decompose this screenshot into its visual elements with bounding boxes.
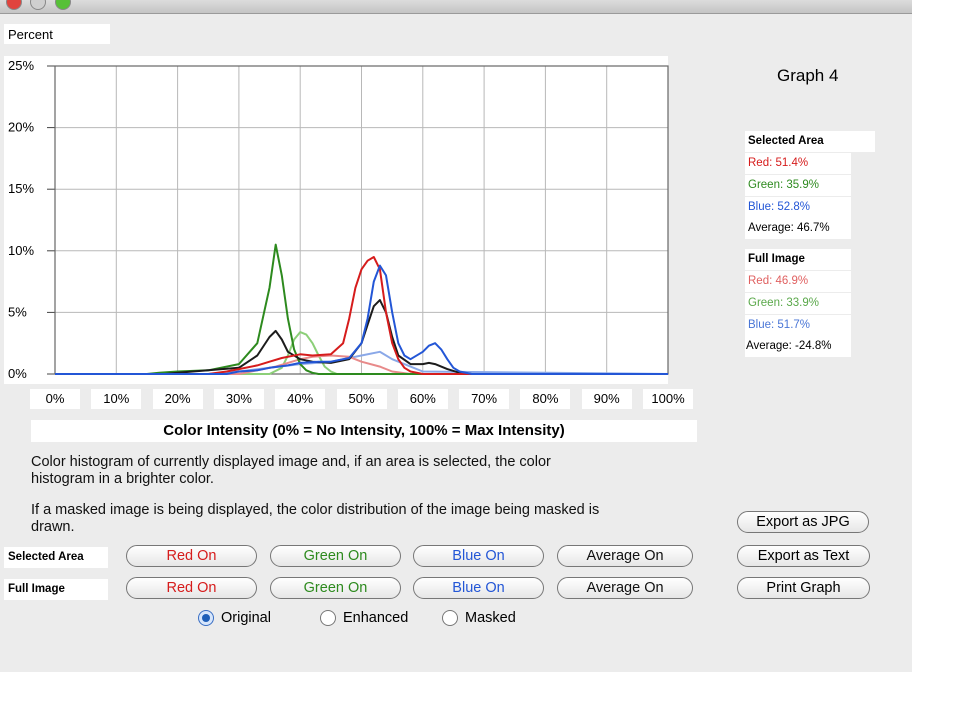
x-tick-label: 20% — [152, 389, 203, 409]
y-tick-label: 20% — [8, 120, 34, 135]
selected-green-on-button[interactable]: Green On — [270, 545, 401, 567]
x-tick-label: 60% — [397, 389, 448, 409]
print-graph-button[interactable]: Print Graph — [737, 577, 870, 599]
y-tick-label: 5% — [8, 304, 27, 319]
radio-original[interactable]: Original — [198, 610, 271, 626]
radio-selected-icon[interactable] — [198, 610, 214, 626]
radio-enhanced[interactable]: Enhanced — [320, 610, 408, 626]
full-red-stat: Red: 46.9% — [745, 271, 851, 292]
x-tick-label: 80% — [520, 389, 571, 409]
full-blue-on-button[interactable]: Blue On — [413, 577, 544, 599]
description-line: drawn. — [31, 519, 75, 535]
selected-red-on-button[interactable]: Red On — [126, 545, 257, 567]
full-average-stat: Average: -24.8% — [745, 336, 851, 357]
export-text-button[interactable]: Export as Text — [737, 545, 870, 567]
full-red-on-button[interactable]: Red On — [126, 577, 257, 599]
full-average-on-button[interactable]: Average On — [557, 577, 693, 599]
full-blue-stat: Blue: 51.7% — [745, 315, 851, 336]
x-tick-label: 70% — [459, 389, 510, 409]
selected-area-row-label: Selected Area — [4, 547, 108, 568]
y-tick-label: 0% — [8, 366, 27, 381]
histogram-window: Percent 0% 5% 10% 15% 20% 25% 0% 10% 20% 30% 40% 5… — [0, 0, 912, 672]
x-tick-label: 0% — [30, 389, 80, 409]
y-tick-label: 15% — [8, 181, 34, 196]
x-tick-label: 10% — [91, 389, 142, 409]
selected-blue-stat: Blue: 52.8% — [745, 197, 851, 218]
selected-red-stat: Red: 51.4% — [745, 153, 851, 174]
selected-blue-on-button[interactable]: Blue On — [413, 545, 544, 567]
selected-green-stat: Green: 35.9% — [745, 175, 851, 196]
radio-unselected-icon[interactable] — [320, 610, 336, 626]
selected-average-stat: Average: 46.7% — [745, 218, 851, 239]
description-paragraph-2: If a masked image is being displayed, th… — [31, 502, 731, 536]
description-line: If a masked image is being displayed, th… — [31, 502, 600, 518]
x-axis-label: Color Intensity (0% = No Intensity, 100%… — [163, 422, 565, 439]
description-line: Color histogram of currently displayed i… — [31, 454, 551, 470]
radio-masked[interactable]: Masked — [442, 610, 516, 626]
radio-unselected-icon[interactable] — [442, 610, 458, 626]
y-tick-label: 10% — [8, 243, 34, 258]
x-tick-label: 100% — [643, 389, 693, 409]
radio-original-label: Original — [221, 610, 271, 626]
description-line: histogram in a brighter color. — [31, 471, 214, 487]
x-tick-label: 50% — [336, 389, 387, 409]
x-tick-label: 30% — [213, 389, 264, 409]
radio-enhanced-label: Enhanced — [343, 610, 409, 626]
full-image-row-label: Full Image — [4, 579, 108, 600]
selected-average-on-button[interactable]: Average On — [557, 545, 693, 567]
x-tick-label: 90% — [581, 389, 632, 409]
y-tick-label: 25% — [8, 58, 34, 73]
graph-title: Graph 4 — [777, 66, 839, 85]
x-tick-label: 40% — [275, 389, 326, 409]
full-green-stat: Green: 33.9% — [745, 293, 851, 314]
full-image-header: Full Image — [745, 249, 851, 270]
selected-area-header: Selected Area — [745, 131, 875, 152]
full-green-on-button[interactable]: Green On — [270, 577, 401, 599]
radio-masked-label: Masked — [465, 610, 516, 626]
export-jpg-button[interactable]: Export as JPG — [737, 511, 869, 533]
description-paragraph-1: Color histogram of currently displayed i… — [31, 454, 731, 488]
